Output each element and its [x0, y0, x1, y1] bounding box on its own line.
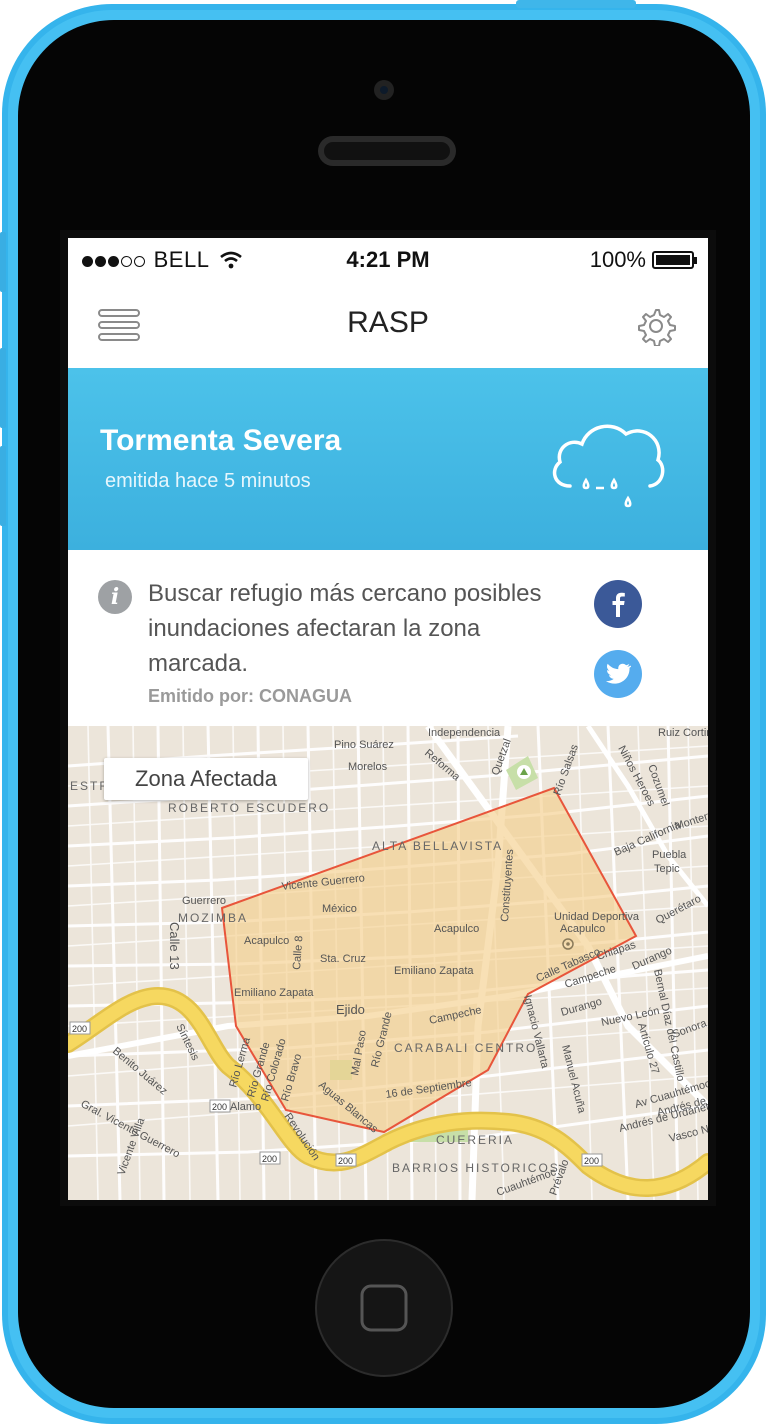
- map-label: MOZIMBA: [178, 911, 248, 925]
- info-panel: i Buscar refugio más cercano posibles in…: [68, 550, 708, 726]
- map-label: Ruiz Cortin: [658, 727, 708, 739]
- affected-zone-button[interactable]: Zona Afectada: [104, 758, 308, 800]
- map-view[interactable]: 200 200 200 200 200 Pino Suárez Morelos …: [68, 726, 708, 1200]
- alert-title: Tormenta Severa: [100, 424, 342, 457]
- map-label: Sta. Cruz: [320, 953, 366, 965]
- hwy-label: 200: [72, 1024, 87, 1034]
- alert-message: Buscar refugio más cercano posibles inun…: [148, 580, 542, 677]
- issuer-label: Emitido por: CONAGUA: [148, 686, 352, 706]
- alert-subtitle: emitida hace 5 minutos: [105, 470, 311, 492]
- facebook-icon: [612, 592, 625, 617]
- map-label: Calle 8: [291, 935, 305, 970]
- map-label: Tepic: [654, 863, 680, 875]
- map-label: CUERERIA: [436, 1133, 514, 1147]
- map-label: Acapulco: [560, 923, 605, 935]
- status-bar: BELL 4:21 PM 100%: [68, 238, 708, 282]
- app-title: RASP: [347, 306, 429, 339]
- battery-percent: 100%: [589, 247, 646, 272]
- hwy-label: 200: [338, 1156, 353, 1166]
- map-label: ROBERTO ESCUDERO: [168, 801, 330, 815]
- nav-bar: RASP: [68, 282, 708, 368]
- map-label: Morelos: [348, 761, 388, 773]
- map-label: Independencia: [428, 727, 501, 739]
- battery: 100%: [589, 247, 697, 273]
- map-label: Calle 13: [167, 922, 182, 970]
- map-label: Acapulco: [434, 923, 479, 935]
- map-label: CARABALI CENTRO: [394, 1041, 537, 1055]
- battery-icon: [652, 251, 697, 269]
- map-label: Guerrero: [182, 895, 226, 907]
- map-label: Emiliano Zapata: [234, 987, 314, 999]
- map-label: Pino Suárez: [334, 739, 394, 751]
- map-label: Alamo: [230, 1101, 261, 1113]
- twitter-share-button[interactable]: [594, 650, 642, 698]
- map-label: Ejido: [336, 1002, 365, 1017]
- hwy-label: 200: [584, 1156, 599, 1166]
- map-label: Puebla: [652, 849, 687, 861]
- map-label: Unidad Deportiva: [554, 911, 640, 923]
- app-screen: BELL 4:21 PM 100% RASP Tormenta Severa e: [68, 238, 708, 1200]
- alert-banner[interactable]: Tormenta Severa emitida hace 5 minutos: [68, 368, 708, 550]
- hwy-label: 200: [262, 1154, 277, 1164]
- map-label: ALTA BELLAVISTA: [372, 839, 503, 853]
- twitter-icon: [605, 663, 631, 684]
- hwy-label: 200: [212, 1102, 227, 1112]
- map-label: Acapulco: [244, 935, 289, 947]
- gear-icon[interactable]: [636, 306, 676, 346]
- map-label: México: [322, 903, 357, 915]
- map-label: Emiliano Zapata: [394, 965, 474, 977]
- info-icon: i: [98, 580, 132, 614]
- cloud-rain-icon: [552, 424, 665, 508]
- facebook-share-button[interactable]: [594, 580, 642, 628]
